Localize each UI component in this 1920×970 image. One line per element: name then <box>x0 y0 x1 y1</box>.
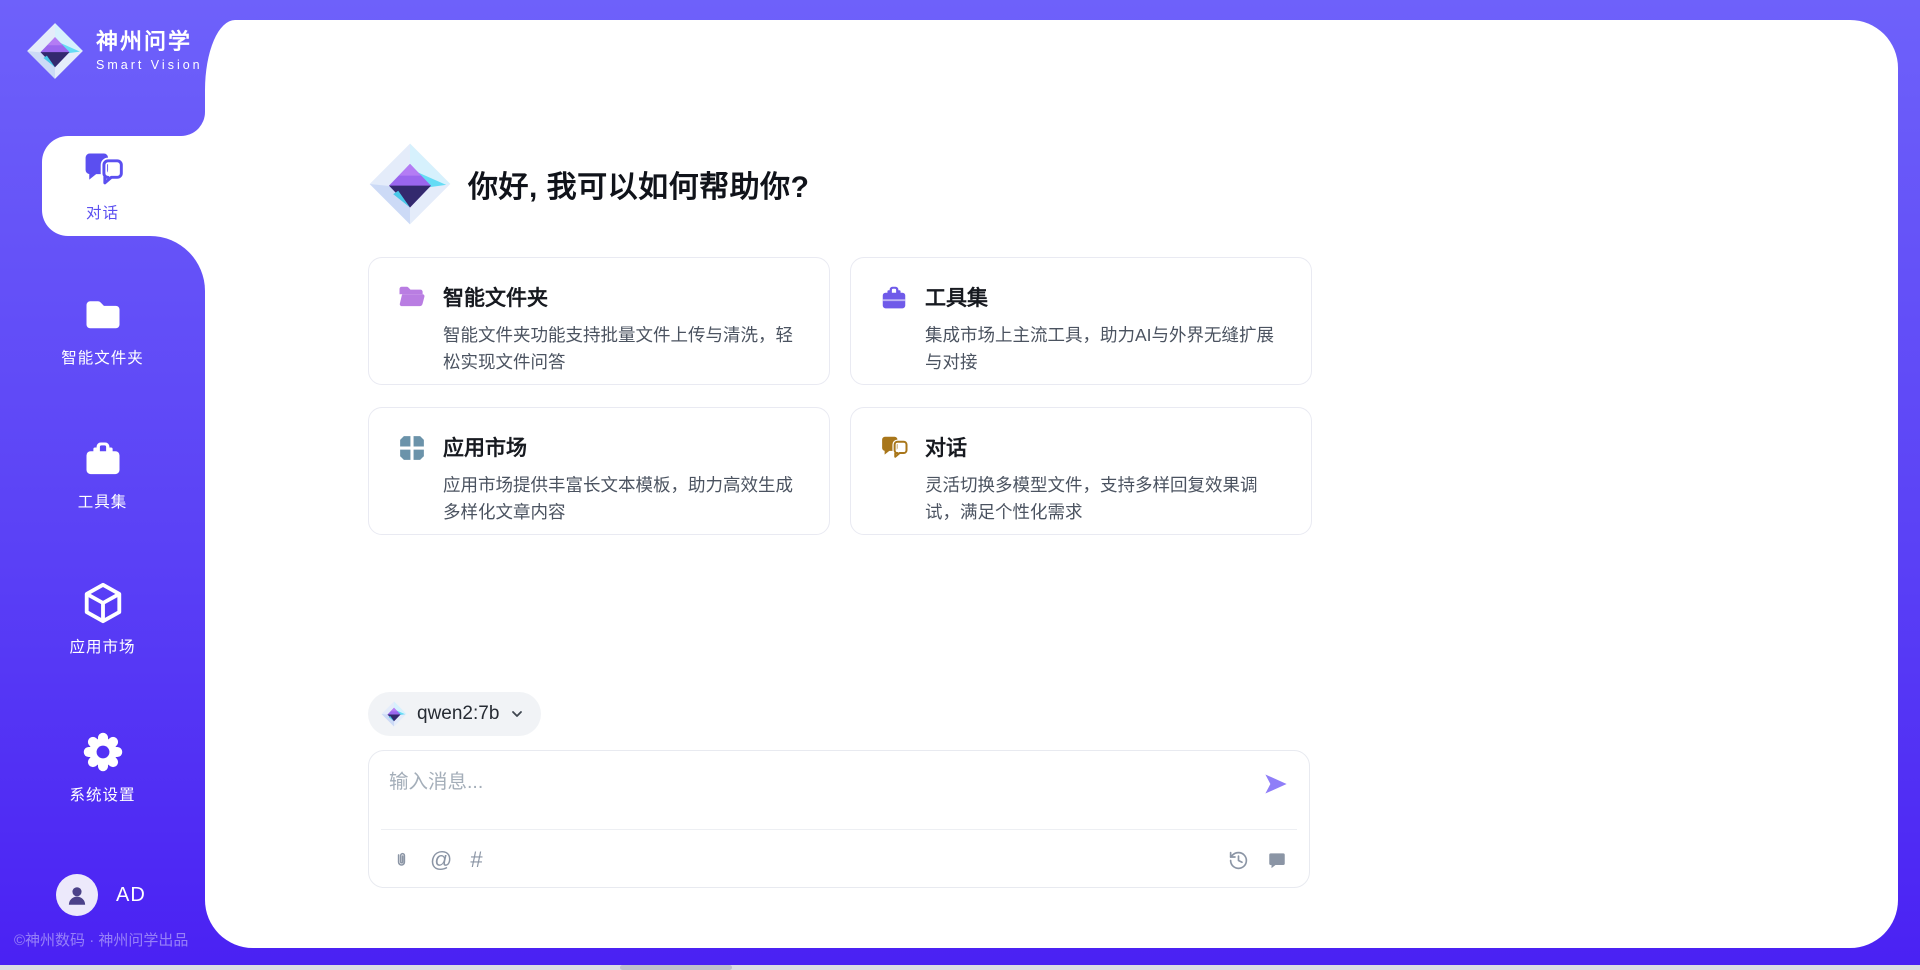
chat-bubble-icon <box>1267 850 1287 870</box>
mention-button[interactable]: @ <box>430 849 452 871</box>
brand-diamond-icon <box>26 22 84 80</box>
card-toolset[interactable]: 工具集 集成市场上主流工具，助力AI与外界无缝扩展与对接 <box>850 257 1312 385</box>
card-description: 集成市场上主流工具，助力AI与外界无缝扩展与对接 <box>925 322 1283 376</box>
feature-cards: 智能文件夹 智能文件夹功能支持批量文件上传与清洗，轻松实现文件问答 工具集 集成… <box>368 257 1312 535</box>
sidebar-item-label: 工具集 <box>78 490 128 512</box>
card-description: 智能文件夹功能支持批量文件上传与清洗，轻松实现文件问答 <box>443 322 801 376</box>
card-description: 应用市场提供丰富长文本模板，助力高效生成多样化文章内容 <box>443 472 801 526</box>
briefcase-icon <box>879 283 909 313</box>
chat-icon <box>879 433 909 463</box>
brand-name: 神州问学 <box>96 30 203 54</box>
model-name: qwen2:7b <box>417 703 499 725</box>
sidebar-item-app-market[interactable]: 应用市场 <box>0 580 205 657</box>
card-app-market[interactable]: 应用市场 应用市场提供丰富长文本模板，助力高效生成多样化文章内容 <box>368 407 830 535</box>
card-title: 智能文件夹 <box>443 282 801 312</box>
avatar <box>56 874 98 916</box>
assistant-logo-icon <box>368 142 452 226</box>
sidebar-item-label: 智能文件夹 <box>61 346 144 368</box>
tab-fillet-top <box>181 112 205 136</box>
card-chat[interactable]: 对话 灵活切换多模型文件，支持多样回复效果调试，满足个性化需求 <box>850 407 1312 535</box>
sidebar-item-toolset[interactable]: 工具集 <box>0 437 205 512</box>
at-icon: @ <box>430 849 452 871</box>
model-diamond-icon <box>381 701 407 727</box>
sidebar-item-settings[interactable]: 系统设置 <box>0 730 205 805</box>
copyright-footer: ©神州数码 · 神州问学出品 <box>14 929 188 950</box>
sidebar-item-label: 应用市场 <box>69 635 135 657</box>
composer-divider <box>381 829 1297 830</box>
card-title: 工具集 <box>925 282 1283 312</box>
cube-icon <box>80 580 126 626</box>
composer-toolbar: @ # <box>391 843 1287 877</box>
user-initials: AD <box>116 884 146 907</box>
tab-fillet-bottom <box>150 236 205 291</box>
card-title: 应用市场 <box>443 432 801 462</box>
briefcase-icon <box>81 437 125 481</box>
app-grid-icon <box>397 433 427 463</box>
greeting-header: 你好, 我可以如何帮助你? <box>368 142 810 226</box>
history-icon <box>1228 850 1249 871</box>
topic-button[interactable]: # <box>470 849 482 871</box>
folder-open-icon <box>397 283 427 313</box>
user-profile[interactable]: AD <box>56 874 146 916</box>
message-input[interactable] <box>389 765 1245 821</box>
scrollbar-thumb[interactable] <box>620 965 732 970</box>
card-description: 灵活切换多模型文件，支持多样回复效果调试，满足个性化需求 <box>925 472 1283 526</box>
model-selector[interactable]: qwen2:7b <box>368 692 541 736</box>
gear-icon <box>81 730 125 774</box>
greeting-title: 你好, 我可以如何帮助你? <box>468 162 810 206</box>
sidebar-item-smart-folder[interactable]: 智能文件夹 <box>0 293 205 368</box>
sidebar-item-label: 对话 <box>86 201 119 223</box>
person-icon <box>69 887 85 905</box>
chat-icon <box>81 148 125 192</box>
sidebar-item-chat[interactable]: 对话 <box>0 148 205 223</box>
chevron-down-icon <box>509 706 525 722</box>
sidebar-item-label: 系统设置 <box>69 783 135 805</box>
hash-icon: # <box>470 849 482 871</box>
brand-subtitle: Smart Vision <box>96 58 203 72</box>
new-chat-button[interactable] <box>1267 850 1287 870</box>
attach-file-button[interactable] <box>391 848 412 872</box>
folder-icon <box>80 293 126 337</box>
horizontal-scrollbar[interactable] <box>0 965 1920 970</box>
send-icon <box>1263 771 1289 797</box>
message-composer: @ # <box>368 750 1310 888</box>
card-smart-folder[interactable]: 智能文件夹 智能文件夹功能支持批量文件上传与清洗，轻松实现文件问答 <box>368 257 830 385</box>
app-logo: 神州问学 Smart Vision <box>26 22 203 80</box>
card-title: 对话 <box>925 432 1283 462</box>
send-button[interactable] <box>1261 769 1291 799</box>
history-button[interactable] <box>1228 850 1249 871</box>
paperclip-icon <box>391 848 412 872</box>
